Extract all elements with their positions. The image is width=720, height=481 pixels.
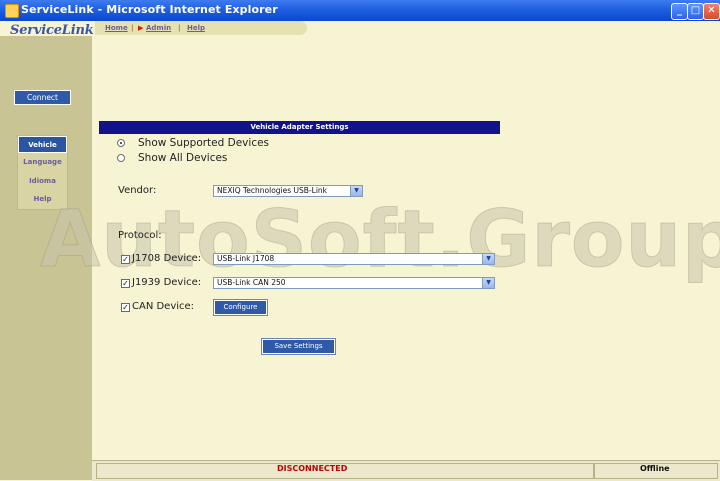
connection-status: DISCONNECTED — [277, 464, 348, 473]
connect-button[interactable]: Connect — [14, 90, 71, 105]
admin-arrow-icon: ▶ — [138, 24, 144, 32]
vendor-select-value: NEXIQ Technologies USB-Link — [217, 186, 328, 195]
minimize-icon[interactable]: _ — [671, 3, 688, 20]
j1939-select-value: USB-Link CAN 250 — [217, 278, 286, 287]
configure-button[interactable]: Configure — [213, 299, 268, 316]
j1939-checkbox[interactable]: ✓ — [121, 279, 130, 288]
can-checkbox[interactable]: ✓ — [121, 303, 130, 312]
nav-admin-link[interactable]: Admin — [146, 24, 171, 32]
status-bar: DISCONNECTED Offline — [92, 460, 720, 481]
sidebar-item-vehicle[interactable]: Vehicle — [18, 136, 67, 153]
j1708-label: J1708 Device: — [132, 253, 202, 264]
j1939-select[interactable]: USB-Link CAN 250 ▼ — [213, 277, 495, 289]
j1708-select-value: USB-Link J1708 — [217, 254, 275, 263]
vendor-select[interactable]: NEXIQ Technologies USB-Link ▼ — [213, 185, 363, 197]
window-title-bar[interactable]: ServiceLink - Microsoft Internet Explore… — [0, 0, 720, 21]
chevron-down-icon: ▼ — [482, 254, 494, 264]
nav-separator: | — [178, 24, 181, 32]
window-title: ServiceLink - Microsoft Internet Explore… — [21, 3, 278, 16]
save-settings-button[interactable]: Save Settings — [261, 338, 336, 355]
top-nav: Home | ▶ Admin | Help — [95, 21, 307, 35]
sidebar-item-language[interactable]: Language — [18, 154, 67, 171]
radio-all-devices[interactable] — [117, 154, 125, 162]
nav-separator: | — [131, 24, 134, 32]
j1708-checkbox[interactable]: ✓ — [121, 255, 130, 264]
protocol-label: Protocol: — [118, 230, 162, 241]
nav-home-link[interactable]: Home — [105, 24, 128, 32]
chevron-down-icon: ▼ — [350, 186, 362, 196]
sidebar-item-idioma[interactable]: Idioma — [18, 173, 67, 190]
j1708-select[interactable]: USB-Link J1708 ▼ — [213, 253, 495, 265]
nav-help-link[interactable]: Help — [187, 24, 205, 32]
chevron-down-icon: ▼ — [482, 278, 494, 288]
panel-title: Vehicle Adapter Settings — [99, 121, 500, 134]
radio-label-supported: Show Supported Devices — [138, 137, 270, 149]
servicelink-logo: ServiceLink — [10, 23, 94, 38]
mode-status: Offline — [640, 464, 670, 473]
radio-label-all: Show All Devices — [138, 152, 228, 164]
vendor-label: Vendor: — [118, 185, 157, 196]
maximize-icon[interactable]: □ — [687, 3, 704, 20]
ie-icon — [5, 4, 19, 18]
radio-supported-devices[interactable] — [117, 139, 125, 147]
close-icon[interactable]: ✕ — [703, 3, 720, 20]
can-label: CAN Device: — [132, 301, 195, 312]
j1939-label: J1939 Device: — [132, 277, 202, 288]
